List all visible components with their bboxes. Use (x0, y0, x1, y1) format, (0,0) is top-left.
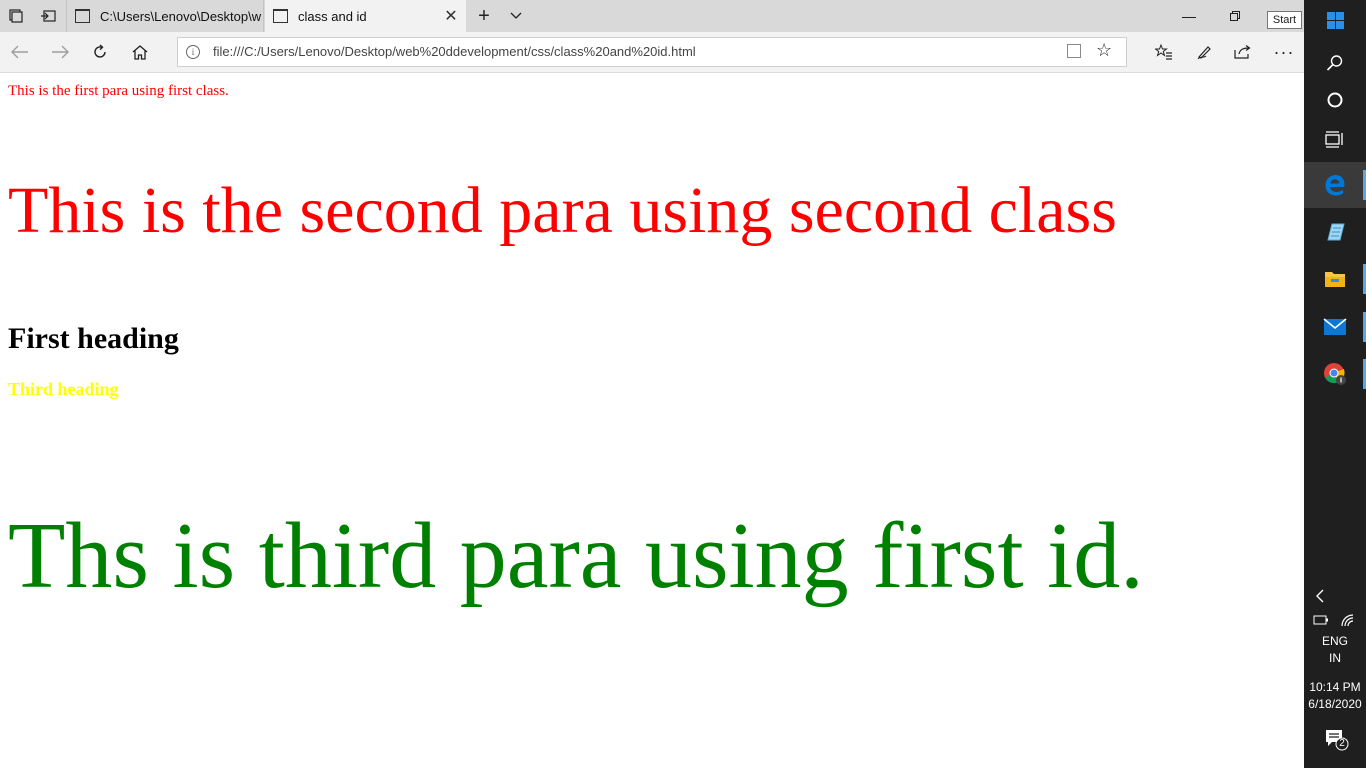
tray-expand-chevron-icon[interactable] (1304, 585, 1366, 607)
tab-class-and-id[interactable]: class and id ✕ (265, 0, 466, 32)
home-icon[interactable] (122, 36, 158, 68)
address-bar[interactable]: i file:///C:/Users/Lenovo/Desktop/web%20… (177, 37, 1127, 67)
first-id-paragraph: Ths is third para using first id. (8, 504, 1144, 608)
favorite-star-icon[interactable]: ☆ (1096, 40, 1112, 61)
forward-icon[interactable] (42, 36, 78, 68)
windows-taskbar: ENG IN 10:14 PM 6/18/2020 2 (1304, 0, 1366, 768)
mail-icon[interactable] (1304, 304, 1366, 350)
tray-icons (1304, 612, 1366, 628)
wifi-icon[interactable] (1340, 613, 1356, 627)
reading-view-icon[interactable] (1067, 44, 1081, 58)
third-heading: Third heading (8, 379, 119, 399)
page-icon (75, 9, 90, 23)
clock[interactable]: 10:14 PM 6/18/2020 (1304, 679, 1366, 713)
notepad-icon[interactable] (1304, 209, 1366, 255)
web-note-pen-icon[interactable] (1186, 36, 1222, 68)
favorites-hub-icon[interactable] (1146, 36, 1182, 68)
start-tooltip: Start (1267, 11, 1302, 29)
tab-label: class and id (298, 8, 367, 24)
tab-bar: C:\Users\Lenovo\Desktop\w class and id ✕… (0, 0, 1304, 32)
battery-icon[interactable] (1313, 614, 1329, 626)
start-button[interactable] (1304, 0, 1366, 40)
clock-time: 10:14 PM (1309, 680, 1361, 694)
notification-count: 2 (1339, 738, 1345, 749)
action-center-icon[interactable]: 2 (1304, 728, 1366, 754)
navigation-bar: i file:///C:/Users/Lenovo/Desktop/web%20… (0, 32, 1304, 73)
edge-taskbar-icon[interactable] (1304, 162, 1366, 208)
windows-logo-icon (1326, 11, 1344, 29)
set-aside-tabs-icon[interactable] (0, 0, 32, 32)
language-indicator[interactable]: ENG IN (1304, 633, 1366, 667)
more-options-icon[interactable]: ··· (1266, 36, 1302, 68)
tab-local-folder[interactable]: C:\Users\Lenovo\Desktop\w (66, 0, 264, 32)
site-info-icon[interactable]: i (186, 45, 200, 59)
tabs-aside-icon[interactable] (32, 0, 64, 32)
tab-list-chevron-icon[interactable] (500, 0, 532, 32)
close-tab-icon[interactable]: ✕ (436, 6, 466, 26)
back-icon[interactable] (2, 36, 38, 68)
language-code: ENG (1321, 634, 1348, 648)
chrome-icon[interactable] (1304, 351, 1366, 397)
task-view-icon[interactable] (1304, 116, 1366, 162)
second-class-paragraph: This is the second para using second cla… (8, 174, 1117, 247)
clock-date: 6/18/2020 (1308, 697, 1362, 711)
page-content: This is the first para using first class… (0, 73, 1304, 768)
file-explorer-icon[interactable] (1304, 256, 1366, 302)
page-icon (273, 9, 288, 23)
minimize-icon[interactable]: — (1166, 0, 1212, 32)
share-icon[interactable] (1225, 36, 1261, 68)
first-class-paragraph: This is the first para using first class… (8, 83, 229, 99)
region-code: IN (1329, 651, 1341, 665)
restore-icon[interactable] (1212, 0, 1258, 32)
browser-window: C:\Users\Lenovo\Desktop\w class and id ✕… (0, 0, 1304, 768)
address-url[interactable]: file:///C:/Users/Lenovo/Desktop/web%20dd… (213, 38, 696, 66)
tab-label: C:\Users\Lenovo\Desktop\w (100, 8, 262, 24)
refresh-icon[interactable] (82, 36, 118, 68)
first-heading: First heading (8, 322, 179, 355)
new-tab-icon[interactable]: + (468, 0, 500, 32)
